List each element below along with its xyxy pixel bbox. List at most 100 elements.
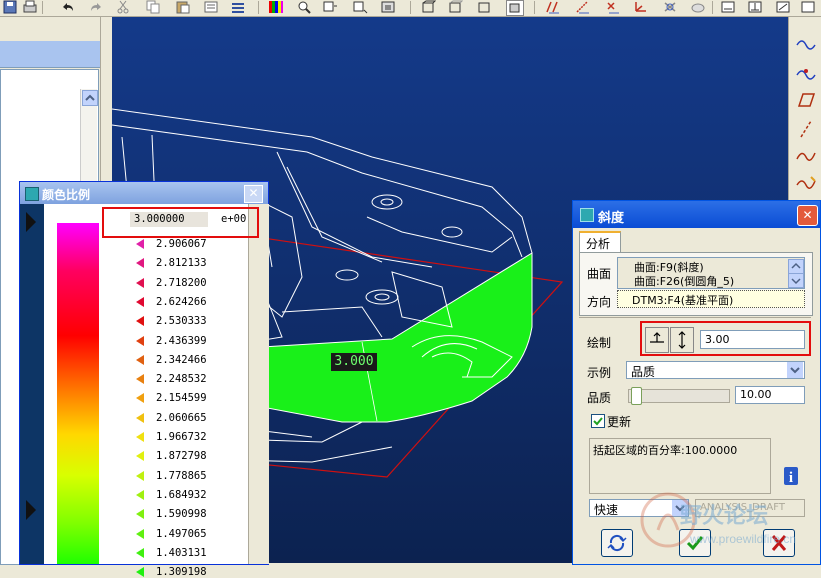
axis-icon[interactable] [795,119,817,139]
scale-marker [136,547,144,558]
dialog-title: 斜度 [598,211,625,226]
surface-collector[interactable]: 曲面:F9(斜度) 曲面:F26(倒圆角_5) [617,257,805,289]
measure-angle-icon[interactable] [775,0,791,14]
scale-value: 1.966732 [156,431,207,443]
scale-marker [136,489,144,500]
close-icon[interactable]: ✕ [244,185,263,203]
plane-icon[interactable] [795,91,817,109]
scale-marker [136,335,144,346]
scale-value: 2.812133 [156,257,207,270]
datum-point-icon[interactable] [605,0,621,14]
update-checkbox[interactable] [591,414,605,428]
dialog-titlebar[interactable]: 斜度 ✕ [573,201,820,228]
scale-titlebar[interactable]: 颜色比例 ✕ [20,182,268,204]
repaint-icon[interactable] [380,0,396,14]
scale-title: 颜色比例 [42,188,91,202]
zoom-icon[interactable] [296,0,312,14]
scale-marker [136,470,144,481]
surface-scroll-up[interactable] [788,259,804,274]
scale-marker [136,258,144,269]
scale-marker [136,412,144,423]
orient-icon[interactable] [352,0,368,14]
repeat-button[interactable] [601,529,633,557]
print-icon[interactable] [22,0,38,14]
sample-label: 示例 [587,366,612,380]
quality-value-input[interactable]: 10.00 [735,386,805,404]
scale-value: 1.497065 [156,527,207,540]
result-panel: 括起区域的百分率:100.0000 [589,438,771,494]
datum-curve-icon[interactable] [795,173,817,191]
scale-value: 1.872798 [156,450,207,463]
scale-value: 1.403131 [156,546,207,559]
slope-value-label: 3.000 [331,353,377,371]
measure-area-icon[interactable] [747,0,763,14]
no-hidden-icon[interactable] [476,0,492,14]
cut-icon[interactable] [115,0,131,14]
redo-icon[interactable] [88,0,104,14]
quality-slider-thumb[interactable] [631,387,642,405]
scale-frame-left [20,204,44,564]
scale-value: 2.060665 [156,411,207,424]
quality-slider[interactable] [628,387,730,405]
scale-value: 2.718200 [156,276,207,289]
chevron-down-icon[interactable] [787,362,803,378]
spin-center-icon[interactable] [662,0,678,14]
watermark-url: www.proewildfire.cn [690,532,797,546]
curve-icon[interactable] [795,35,817,53]
measure-distance-icon[interactable] [720,0,736,14]
scale-marker [136,432,144,442]
coord-sys-icon[interactable] [633,0,649,14]
sample-select[interactable]: 品质 [626,361,805,379]
layer-icon[interactable] [230,0,246,14]
scale-value: 2.436399 [156,334,207,347]
info-icon[interactable]: i [783,466,799,486]
tab-analysis[interactable]: 分析 [579,231,621,253]
result-text: 括起区域的百分率:100.0000 [593,444,738,457]
watermark-title: 野火论坛 [680,504,769,529]
top-value-highlight [102,207,259,238]
surface-label: 曲面 [587,267,612,281]
scale-marker [136,374,144,385]
dialog-window-icon [580,208,594,222]
shaded-icon[interactable] [506,0,524,16]
quality-label: 品质 [587,391,612,405]
scale-scrollbar[interactable] [248,204,269,564]
scale-marker [136,393,144,404]
scale-marker [136,277,144,288]
scale-value: 1.590998 [156,508,207,521]
hidden-line-icon[interactable] [447,0,464,14]
paste-icon[interactable] [175,0,191,14]
surface-scroll-down[interactable] [788,273,804,288]
panel-header [0,41,100,68]
surface-item-2[interactable]: 曲面:F26(倒圆角_5) [634,273,734,289]
scale-value: 1.309198 [156,566,207,578]
scale-value: 2.248532 [156,373,207,386]
measure-icon[interactable] [800,0,816,14]
scale-value: 2.342466 [156,353,207,366]
datum-plane-icon[interactable] [545,0,561,14]
undo-icon[interactable] [60,0,76,14]
color-scale-window: 颜色比例 ✕ 2.906067 2.812133 2.718200 2.624266 2… [19,181,269,578]
datum-axis-icon[interactable] [575,0,591,14]
scale-value: 2.906067 [156,238,207,250]
plot-highlight [640,321,811,356]
model-display-icon[interactable] [690,0,706,14]
close-icon[interactable]: ✕ [797,205,818,226]
wireframe-icon[interactable] [420,0,437,14]
scale-value: 1.684932 [156,488,207,501]
sketch-curve-icon[interactable] [795,147,817,165]
scale-value: 2.530333 [156,315,207,328]
scale-marker [136,296,144,307]
scale-marker [136,354,144,365]
palette-icon[interactable] [268,0,284,14]
svg-text:i: i [789,470,793,486]
copy-icon[interactable] [145,0,161,14]
window-icon [25,187,39,201]
point-curve-icon[interactable] [795,63,817,81]
view-icon[interactable] [322,0,338,14]
save-icon[interactable] [2,0,18,14]
direction-collector[interactable]: DTM3:F4(基准平面) [617,290,805,308]
scroll-up-button[interactable] [82,90,98,106]
regenerate-icon[interactable] [203,0,219,14]
main-toolbar [0,0,821,17]
